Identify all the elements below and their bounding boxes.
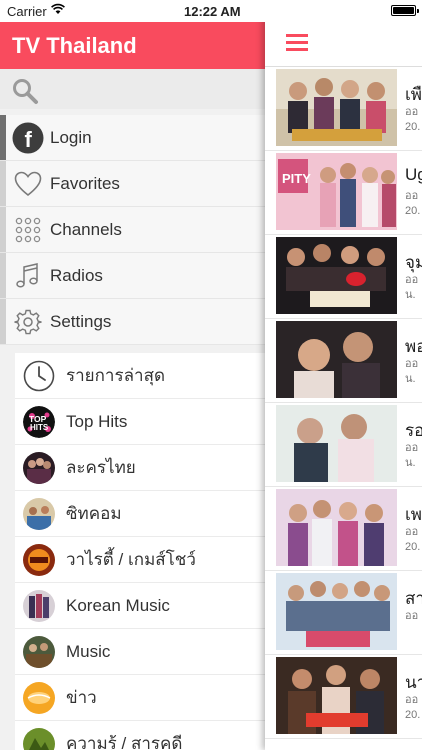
menu-item-radios[interactable]: Radios [0, 253, 265, 299]
menu-item-channels[interactable]: Channels [0, 207, 265, 253]
category-item-variety[interactable]: วาไรตี้ / เกมส์โชว์ [15, 537, 265, 583]
facebook-icon: f [12, 122, 44, 154]
battery-icon [391, 5, 419, 16]
category-label: Top Hits [66, 411, 128, 431]
main-menu: f Login Favorites Channels Radios Settin… [0, 115, 265, 345]
category-item-thai-drama[interactable]: ละครไทย [15, 445, 265, 491]
svg-text:PITY: PITY [282, 171, 311, 186]
show-title: สา [405, 589, 422, 608]
category-label: ข่าว [66, 688, 97, 707]
app-title: TV Thailand [0, 22, 265, 69]
show-airtime: ออ 20. [405, 106, 421, 133]
category-item-sitcom[interactable]: ซิทคอม [15, 491, 265, 537]
menu-item-label: Channels [50, 219, 122, 239]
list-item[interactable]: จุม ออ น. [265, 235, 422, 319]
show-poster [276, 237, 397, 314]
show-airtime: ออ 20. [405, 526, 421, 553]
content-panel: เพื ออ20. PITY Ug ออ20. [265, 0, 422, 750]
list-item[interactable]: นา ออ 20. [265, 655, 422, 739]
show-title: เพ [405, 505, 422, 524]
clock-icon [23, 360, 55, 392]
show-airtime: ออ 20. [405, 190, 421, 217]
list-item[interactable]: PITY Ug ออ20. [265, 151, 422, 235]
menu-item-label: Favorites [50, 173, 120, 193]
show-airtime: ออ น. [405, 358, 419, 385]
show-title: รอ [405, 421, 422, 440]
sitcom-icon [23, 498, 55, 530]
show-title: จุม [405, 253, 422, 272]
gear-icon [12, 306, 44, 338]
grid-icon [12, 214, 44, 246]
category-label: ละครไทย [66, 458, 136, 477]
top-hits-icon: TOP HITS [23, 406, 55, 438]
news-icon [23, 682, 55, 714]
show-airtime: ออ [405, 610, 419, 622]
list-item[interactable]: สา ออ [265, 571, 422, 655]
documentary-icon [23, 728, 55, 750]
show-poster [276, 69, 397, 146]
hamburger-menu-icon[interactable] [286, 34, 308, 52]
category-label: ซิทคอม [66, 504, 122, 523]
category-item-top-hits[interactable]: TOP HITS Top Hits [15, 399, 265, 445]
status-bar: Carrier 12:22 AM [0, 0, 422, 22]
show-title: เพื [405, 85, 422, 104]
menu-item-settings[interactable]: Settings [0, 299, 265, 345]
menu-item-label: Radios [50, 265, 103, 285]
show-title: Ug [405, 165, 422, 184]
category-item-music[interactable]: Music [15, 629, 265, 675]
search-icon[interactable] [11, 77, 39, 105]
category-item-korean-music[interactable]: Korean Music [15, 583, 265, 629]
show-airtime: ออ น. [405, 442, 419, 469]
menu-item-login[interactable]: f Login [0, 115, 265, 161]
list-item[interactable]: เพื ออ 20. [265, 67, 422, 151]
svg-text:f: f [25, 127, 33, 152]
list-item[interactable]: รอ ออ น. [265, 403, 422, 487]
category-list: รายการล่าสุด TOP HITS Top Hits ละครไทย ซ… [15, 353, 265, 750]
show-poster [276, 405, 397, 482]
side-drawer: TV Thailand f Login Favorites Channels R… [0, 22, 265, 750]
category-item-news[interactable]: ข่าว [15, 675, 265, 721]
search-bar[interactable] [0, 69, 265, 109]
show-title: พอ [405, 337, 422, 356]
category-item-latest[interactable]: รายการล่าสุด [15, 353, 265, 399]
status-time: 12:22 AM [184, 4, 241, 19]
category-label: ความรู้ / สารคดี [66, 734, 183, 750]
wifi-icon [51, 3, 65, 14]
category-label: Music [66, 641, 111, 661]
category-label: วาไรตี้ / เกมส์โชว์ [66, 550, 196, 569]
episode-list: เพื ออ20. PITY Ug ออ20. [265, 67, 422, 739]
show-airtime: ออ 20. [405, 694, 421, 721]
list-item[interactable]: พอ ออ น. [265, 319, 422, 403]
variety-icon [23, 544, 55, 576]
show-poster: PITY [276, 153, 397, 230]
menu-item-favorites[interactable]: Favorites [0, 161, 265, 207]
menu-item-label: Settings [50, 311, 112, 331]
carrier-label: Carrier [7, 4, 47, 19]
show-title: นา [405, 673, 422, 692]
category-label: รายการล่าสุด [66, 366, 165, 385]
category-item-documentary[interactable]: ความรู้ / สารคดี [15, 721, 265, 750]
category-label: Korean Music [66, 595, 170, 615]
music-icon [23, 636, 55, 668]
heart-icon [12, 168, 44, 200]
korean-music-icon [23, 590, 55, 622]
thai-drama-icon [23, 452, 55, 484]
menu-item-label: Login [50, 127, 92, 147]
show-poster [276, 489, 397, 566]
show-poster [276, 573, 397, 650]
show-poster [276, 657, 397, 734]
list-item[interactable]: เพ ออ 20. [265, 487, 422, 571]
music-note-icon [12, 260, 44, 292]
svg-text:HITS: HITS [30, 423, 49, 432]
show-airtime: ออ น. [405, 274, 419, 301]
show-poster [276, 321, 397, 398]
